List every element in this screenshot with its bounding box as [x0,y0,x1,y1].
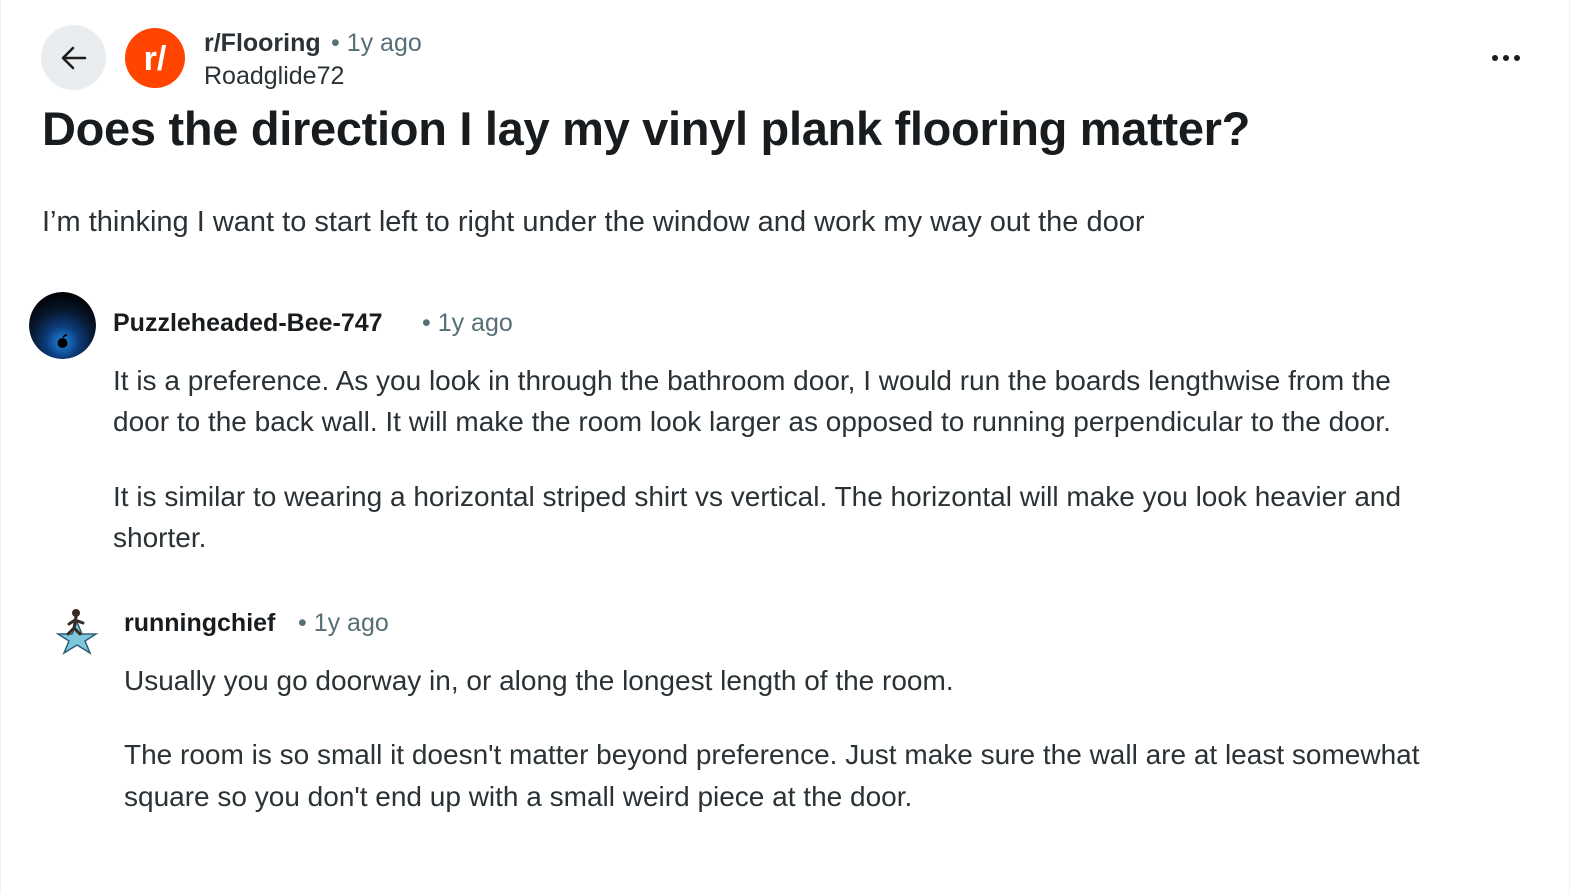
more-horizontal-icon [1514,55,1520,61]
back-button[interactable] [41,25,106,90]
comment-text-line: Usually you go doorway in, or along the … [124,665,954,696]
subreddit-icon[interactable]: r/ [125,28,185,88]
comment-text-line: It is a preference. As you look in throu… [113,365,1391,396]
comment-text-line: shorter. [113,522,207,553]
comment-text-line: door to the back wall. It will make the … [113,406,1391,437]
comment-text-line: The room is so small it doesn't matter b… [124,739,1420,770]
comment-avatar[interactable] [50,604,104,658]
subreddit-name[interactable]: r/Flooring [204,26,321,60]
comment-text-line: square so you don't end up with a small … [124,781,913,812]
more-horizontal-icon [1503,55,1509,61]
post-age: • 1y ago [331,29,422,57]
subreddit-icon-text: r/ [144,40,167,78]
arrow-left-icon [61,46,86,69]
runner-star-avatar [55,609,99,655]
dark-planet-avatar [29,292,96,359]
post-body: I’m thinking I want to start left to rig… [42,206,1145,238]
post-author[interactable]: Roadglide72 [204,59,344,93]
comment-text-line: It is similar to wearing a horizontal st… [113,481,1402,512]
frame-left-edge [0,0,1,894]
comment-age: • 1y ago [298,609,389,637]
more-options-button[interactable] [1484,40,1528,76]
more-horizontal-icon [1492,55,1498,61]
comment-avatar[interactable] [29,292,96,359]
comment-username[interactable]: runningchief [124,606,275,640]
post-title: Does the direction I lay my vinyl plank … [42,102,1251,155]
comment-username[interactable]: Puzzleheaded-Bee-747 [113,306,383,340]
comment-age: • 1y ago [422,309,513,337]
frame-right-edge [1569,0,1570,894]
